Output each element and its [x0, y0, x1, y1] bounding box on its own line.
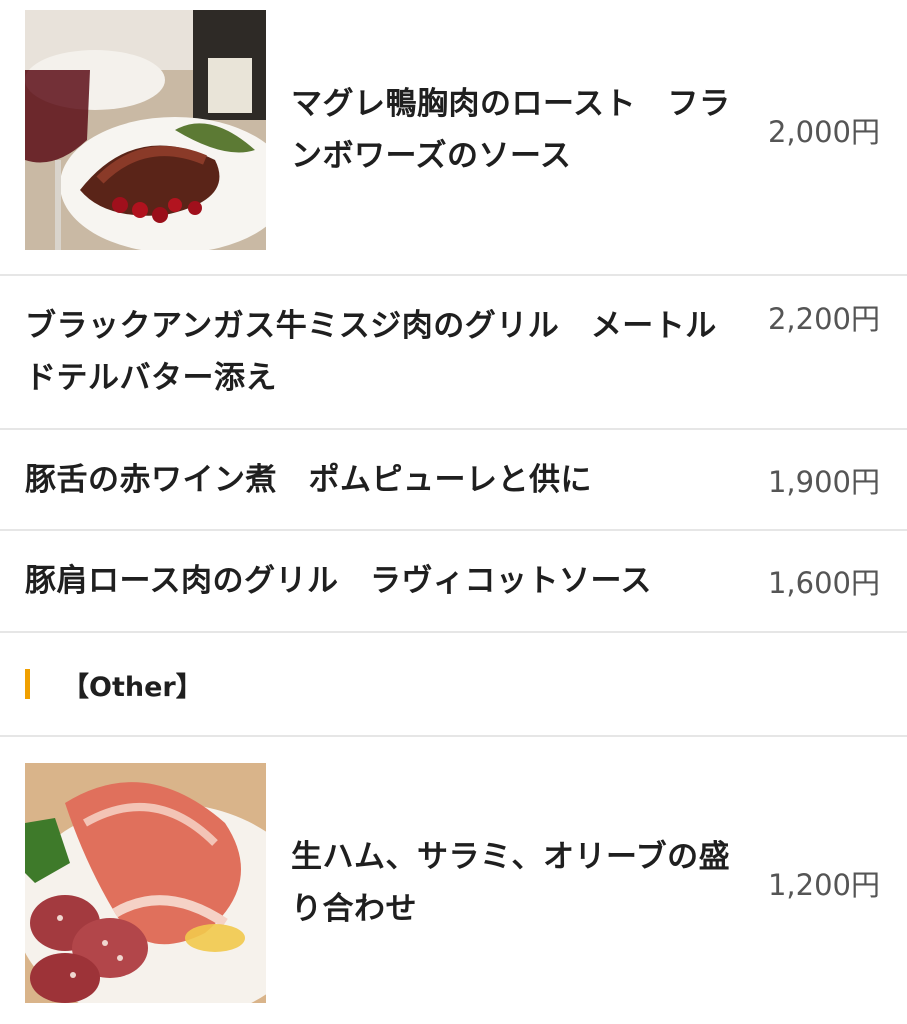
menu-item[interactable]: 生ハム、サラミ、オリーブの盛り合わせ 1,200円 — [0, 737, 907, 1024]
menu-item[interactable]: 豚舌の赤ワイン煮 ポムピューレと供に 1,900円 — [0, 430, 907, 531]
item-name: ブラックアンガス牛ミスジ肉のグリル メートルドテルバター添え — [25, 308, 717, 396]
menu-list: マグレ鴨胸肉のロースト フランボワーズのソース 2,000円 ブラックアンガス牛… — [0, 0, 907, 1024]
menu-item[interactable]: マグレ鴨胸肉のロースト フランボワーズのソース 2,000円 — [0, 0, 907, 276]
duck-dish-photo — [25, 9, 266, 250]
item-price: 1,600円 — [767, 566, 880, 600]
item-price: 1,200円 — [767, 868, 880, 902]
item-name: 豚舌の赤ワイン煮 ポムピューレと供に — [25, 461, 592, 498]
item-price: 2,000円 — [767, 114, 880, 149]
section-title: 【Other】 — [62, 671, 203, 703]
item-price: 1,900円 — [767, 464, 880, 499]
section-accent-bar — [25, 669, 30, 699]
item-name: 豚肩ロース肉のグリル ラヴィコットソース — [25, 563, 652, 599]
ham-salami-photo — [25, 763, 266, 1003]
item-name: 生ハム、サラミ、オリーブの盛り合わせ — [291, 839, 731, 927]
menu-item[interactable]: ブラックアンガス牛ミスジ肉のグリル メートルドテルバター添え 2,200円 — [0, 276, 907, 430]
item-price: 2,200円 — [767, 302, 880, 336]
menu-item[interactable]: 豚肩ロース肉のグリル ラヴィコットソース 1,600円 — [0, 531, 907, 633]
section-header: 【Other】 — [0, 633, 907, 737]
item-name: マグレ鴨胸肉のロースト フランボワーズのソース — [291, 85, 731, 174]
